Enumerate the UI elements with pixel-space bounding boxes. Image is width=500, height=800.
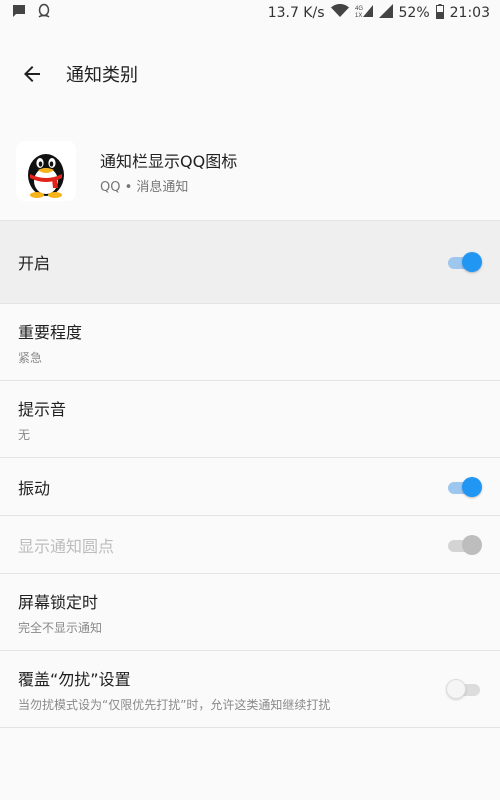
override-dnd-toggle-thumb [446,679,466,699]
clock: 21:03 [449,5,490,21]
status-bar-left [12,3,52,23]
enable-toggle[interactable] [446,252,482,272]
svg-text:1X: 1X [355,13,362,18]
battery-icon [435,3,444,23]
status-bar-right: 13.7 K/s 4G 1X 52% 21:03 [267,3,490,23]
setting-enable-title: 开启 [18,254,51,273]
channel-app-group: QQ • 消息通知 [100,179,189,195]
setting-enable-labels: 开启 [18,250,50,274]
setting-override-dnd[interactable]: 覆盖“勿扰”设置 当勿扰模式设为“仅限优先打扰”时，允许这类通知继续打扰 [0,651,500,728]
setting-importance-labels: 重要程度 紧急 [18,319,82,366]
override-dnd-toggle[interactable] [446,679,482,699]
setting-lock-screen-title: 屏幕锁定时 [18,592,99,612]
setting-sound[interactable]: 提示音 无 [0,381,500,458]
setting-importance-title: 重要程度 [18,322,83,342]
signal-4g-icon: 4G 1X [355,4,373,22]
battery-percent: 52% [398,5,430,21]
svg-text:4G: 4G [355,6,363,12]
wifi-icon [330,4,349,22]
setting-override-dnd-title: 覆盖“勿扰”设置 [18,669,131,689]
setting-importance[interactable]: 重要程度 紧急 [0,304,500,381]
setting-sound-value: 无 [18,427,31,442]
settings-list: 开启 重要程度 紧急 提示音 无 振动 显示通知圆点 屏幕锁定时 完全不显示通知… [0,220,500,728]
setting-override-dnd-labels: 覆盖“勿扰”设置 当勿扰模式设为“仅限优先打扰”时，允许这类通知继续打扰 [18,666,330,713]
setting-vibration-labels: 振动 [18,475,50,499]
arrow-back-icon [24,66,40,82]
setting-override-dnd-summary: 当勿扰模式设为“仅限优先打扰”时，允许这类通知继续打扰 [18,697,331,712]
qq-penguin-icon [16,141,76,201]
setting-vibration[interactable]: 振动 [0,458,500,516]
setting-notification-dot-labels: 显示通知圆点 [18,533,114,557]
setting-vibration-title: 振动 [18,478,51,498]
setting-importance-value: 紧急 [18,350,43,365]
cell-signal-icon [378,4,393,22]
app-info-header: 通知栏显示QQ图标 QQ • 消息通知 [0,122,500,220]
setting-lock-screen[interactable]: 屏幕锁定时 完全不显示通知 [0,574,500,651]
back-button[interactable] [18,60,46,88]
setting-lock-screen-labels: 屏幕锁定时 完全不显示通知 [18,589,102,636]
app-bar: 通知类别 [0,26,500,122]
notification-dot-toggle-thumb [462,534,482,555]
notification-dot-toggle [446,534,482,555]
net-speed: 13.7 K/s [267,5,325,21]
setting-notification-dot: 显示通知圆点 [0,516,500,574]
setting-notification-dot-title: 显示通知圆点 [18,536,115,556]
status-bar: 13.7 K/s 4G 1X 52% 21:03 [0,0,500,26]
setting-enable[interactable]: 开启 [0,220,500,304]
channel-name: 通知栏显示QQ图标 [100,151,238,171]
qq-notification-icon [36,3,52,23]
setting-sound-title: 提示音 [18,399,67,419]
message-icon [12,4,26,22]
app-info-text: 通知栏显示QQ图标 QQ • 消息通知 [100,148,237,195]
enable-toggle-thumb [462,252,482,272]
vibration-toggle[interactable] [446,476,482,497]
setting-sound-labels: 提示音 无 [18,396,66,443]
page-title: 通知类别 [66,65,138,86]
setting-lock-screen-value: 完全不显示通知 [18,620,103,635]
vibration-toggle-thumb [462,476,482,497]
